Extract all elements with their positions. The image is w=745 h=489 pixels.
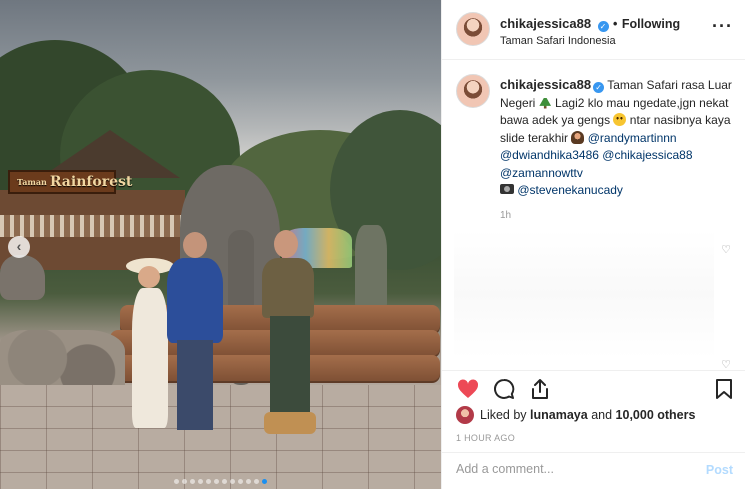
carousel-dot (174, 479, 179, 484)
author-username[interactable]: chikajessica88 (500, 16, 591, 31)
share-icon[interactable] (528, 377, 552, 401)
location-link[interactable]: Taman Safari Indonesia (500, 35, 680, 47)
follow-separator: • (612, 17, 618, 31)
verified-badge-icon: ✓ (593, 82, 605, 93)
caption-avatar[interactable] (456, 74, 490, 108)
likes-joiner: and (591, 408, 613, 422)
carousel-indicators (0, 479, 441, 484)
carousel-prev-button[interactable]: ‹ (8, 236, 30, 258)
likes-count-link[interactable]: 10,000 others (616, 408, 696, 422)
carousel-dot (214, 479, 219, 484)
post-details-panel: chikajessica88 ✓ • Following Taman Safar… (441, 0, 745, 489)
mention-link[interactable]: @dwiandhika3486 (500, 148, 599, 162)
camera-emoji-icon (500, 184, 514, 194)
tree-emoji-icon (539, 95, 552, 109)
post-photo[interactable]: Taman Rainforest ‹ (0, 0, 441, 489)
comment-icon[interactable] (492, 377, 516, 401)
comment-bar: Post (442, 452, 745, 489)
action-bar (442, 370, 745, 408)
likes-summary: Liked by lunamaya and 10,000 others (456, 406, 695, 424)
more-options-icon[interactable]: ··· (712, 16, 733, 37)
caption-username[interactable]: chikajessica88 (500, 77, 591, 92)
verified-badge-icon: ✓ (597, 21, 609, 32)
carousel-dot (222, 479, 227, 484)
likes-prefix: Liked by (480, 408, 527, 422)
rainforest-sign: Taman Rainforest (8, 170, 132, 194)
carousel-dot (246, 479, 251, 484)
carousel-dot (206, 479, 211, 484)
comment-like-heart-icon[interactable]: ♡ (721, 243, 731, 256)
carousel-dot (190, 479, 195, 484)
comments-area (454, 230, 714, 358)
mention-link[interactable]: @stevenekanucady (517, 183, 623, 197)
carousel-dot (198, 479, 203, 484)
person-blue-jacket (165, 232, 225, 442)
liker-avatar[interactable] (456, 406, 474, 424)
face-emoji-icon (613, 113, 627, 126)
caption: chikajessica88 ✓ Taman Safari rasa Luar N… (500, 76, 736, 200)
comment-input[interactable] (456, 462, 686, 476)
sign-text: Rainforest (49, 174, 133, 190)
person-emoji-icon (571, 130, 585, 144)
post-header: chikajessica88 ✓ • Following Taman Safar… (442, 0, 745, 60)
person-khaki-shirt (250, 230, 330, 460)
following-button[interactable]: Following (622, 17, 680, 31)
mention-link[interactable]: @randymartinnn (588, 131, 677, 145)
liker-username[interactable]: lunamaya (530, 408, 588, 422)
bookmark-icon[interactable] (712, 377, 736, 401)
carousel-dot (182, 479, 187, 484)
sign-small-text: Taman (17, 177, 47, 187)
heart-icon[interactable] (456, 377, 480, 401)
post-timestamp: 1 HOUR AGO (456, 433, 516, 443)
header-text: chikajessica88 ✓ • Following Taman Safar… (500, 15, 680, 47)
mention-link[interactable]: @zamannowttv (500, 166, 583, 180)
carousel-dot (262, 479, 267, 484)
carousel-dot (254, 479, 259, 484)
carousel-dot (238, 479, 243, 484)
mention-link[interactable]: @chikajessica88 (602, 148, 692, 162)
caption-time: 1h (500, 210, 512, 221)
small-elephant (0, 255, 45, 300)
post-comment-button[interactable]: Post (706, 463, 733, 477)
zookeeper (355, 225, 387, 310)
hut-railing (0, 215, 185, 237)
carousel-dot (230, 479, 235, 484)
author-avatar[interactable] (456, 12, 490, 46)
